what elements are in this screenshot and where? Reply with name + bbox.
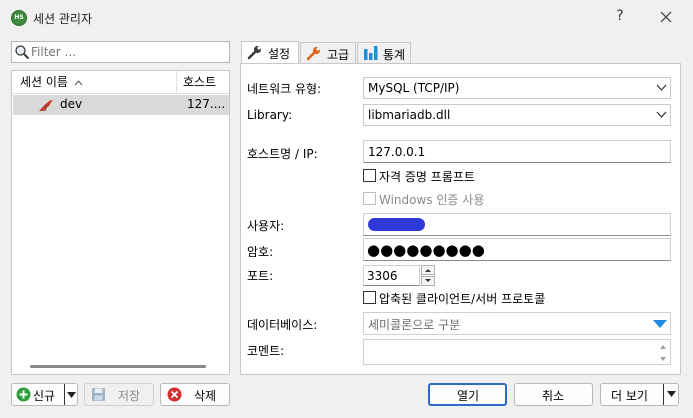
databases-input[interactable]: 세미콜론으로 구분 <box>363 312 671 335</box>
session-name: dev <box>60 97 83 111</box>
user-input[interactable] <box>363 213 671 236</box>
library-value: libmariadb.dll <box>368 108 451 122</box>
bar-chart-icon <box>364 46 378 60</box>
title-bar: HS 세션 관리자 ? <box>0 0 693 36</box>
chevron-down-icon <box>656 111 667 118</box>
save-button-label: 저장 <box>118 389 141 403</box>
prompt-credentials-label: 자격 증명 프롬프트 <box>379 170 475 184</box>
search-icon <box>15 45 30 60</box>
databases-placeholder: 세미콜론으로 구분 <box>368 318 461 332</box>
horizontal-scrollbar[interactable] <box>30 365 206 368</box>
windows-auth-label: Windows 인증 사용 <box>379 193 485 207</box>
plus-circle-icon <box>16 387 31 402</box>
session-list[interactable]: 세션 이름 호스트 dev 127.... <box>11 70 230 375</box>
list-header: 세션 이름 호스트 <box>12 71 229 94</box>
library-select[interactable]: libmariadb.dll <box>363 104 671 126</box>
more-button-label: 더 보기 <box>611 389 648 403</box>
password-input[interactable]: ●●●●●●●●● <box>363 238 671 261</box>
hostname-label: 호스트명 / IP: <box>247 147 318 161</box>
chevron-up-icon <box>425 269 431 272</box>
port-label: 포트: <box>247 269 274 283</box>
help-button[interactable]: ? <box>612 8 628 26</box>
window-title: 세션 관리자 <box>33 12 93 26</box>
open-button[interactable]: 열기 <box>428 383 507 406</box>
column-header-label: 호스트 <box>183 75 217 89</box>
chevron-down-icon <box>425 279 431 282</box>
split-divider <box>64 384 65 405</box>
password-value: ●●●●●●●●● <box>367 241 485 259</box>
sort-ascending-icon <box>74 79 83 85</box>
new-button[interactable]: 신규 <box>11 383 78 406</box>
password-label: 암호: <box>247 245 274 259</box>
tab-settings[interactable]: 설정 <box>241 41 299 64</box>
cancel-button-label: 취소 <box>542 389 565 403</box>
comment-label: 코멘트: <box>247 344 285 358</box>
split-divider <box>663 384 664 405</box>
port-value: 3306 <box>367 269 398 283</box>
filter-input[interactable] <box>31 44 226 60</box>
session-row-dev[interactable]: dev 127.... <box>13 95 229 115</box>
tab-label: 통계 <box>383 48 406 62</box>
port-decrement-button[interactable] <box>421 276 435 286</box>
dropdown-arrow-icon[interactable] <box>667 391 676 397</box>
app-logo-icon: HS <box>11 10 27 26</box>
new-button-label: 신규 <box>33 389 56 403</box>
session-host: 127.... <box>187 97 226 111</box>
network-type-value: MySQL (TCP/IP) <box>368 81 460 95</box>
wrench-orange-icon <box>306 46 321 61</box>
port-input[interactable]: 3306 <box>363 265 420 286</box>
tab-label: 설정 <box>268 47 291 61</box>
databases-label: 데이터베이스: <box>247 318 318 332</box>
checkbox-box <box>363 192 376 205</box>
vertical-scrollbar[interactable] <box>658 342 668 364</box>
more-button[interactable]: 더 보기 <box>600 383 679 406</box>
tab-stats[interactable]: 통계 <box>357 42 411 63</box>
wrench-icon <box>247 45 262 60</box>
network-type-label: 네트워크 유형: <box>247 82 322 96</box>
network-type-select[interactable]: MySQL (TCP/IP) <box>363 77 671 99</box>
hostname-value: 127.0.0.1 <box>368 145 426 159</box>
checkbox-box <box>363 169 376 182</box>
floppy-disk-icon <box>92 388 105 401</box>
filter-box[interactable] <box>11 41 230 63</box>
checkbox-box <box>363 291 376 304</box>
user-label: 사용자: <box>247 219 285 233</box>
port-increment-button[interactable] <box>421 265 435 275</box>
tab-advanced[interactable]: 고급 <box>300 42 356 63</box>
dropdown-arrow-icon[interactable] <box>67 392 76 398</box>
delete-icon <box>167 387 182 402</box>
close-icon <box>660 11 672 23</box>
dropdown-arrow-icon[interactable] <box>653 319 667 329</box>
comment-input[interactable] <box>363 339 671 365</box>
chevron-down-icon <box>656 84 667 91</box>
delete-button-label: 삭제 <box>194 389 217 403</box>
column-header-session-name[interactable]: 세션 이름 <box>12 71 177 94</box>
redacted-username <box>368 218 425 231</box>
column-header-label: 세션 이름 <box>20 75 68 89</box>
open-button-label: 열기 <box>457 389 480 403</box>
close-button[interactable] <box>657 7 675 27</box>
hostname-input[interactable]: 127.0.0.1 <box>363 140 671 163</box>
port-stepper[interactable] <box>421 265 435 286</box>
library-label: Library: <box>247 108 293 122</box>
mysql-dolphin-icon <box>39 100 53 112</box>
tab-label: 고급 <box>327 48 350 62</box>
column-header-host[interactable]: 호스트 <box>178 71 229 94</box>
cancel-button[interactable]: 취소 <box>514 383 593 406</box>
save-button[interactable]: 저장 <box>84 383 154 406</box>
compressed-protocol-label: 압축된 클라이언트/서버 프로토콜 <box>379 292 546 306</box>
delete-button[interactable]: 삭제 <box>160 383 230 406</box>
